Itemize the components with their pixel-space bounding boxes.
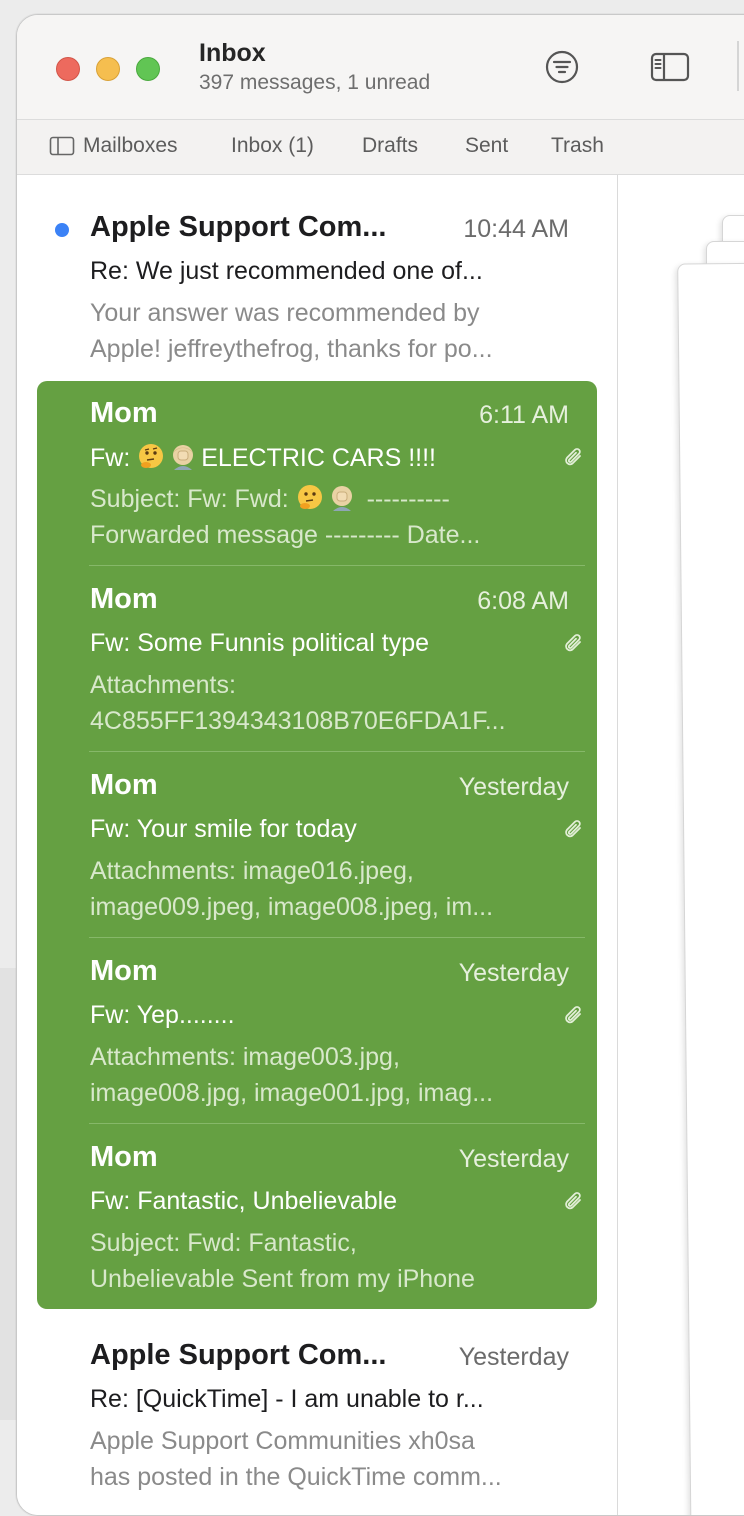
paperclip-icon [565, 1006, 581, 1024]
message-sender: Mom [90, 955, 158, 987]
thinking-face-icon [297, 485, 322, 509]
message-preview: Attachments: 4C855FF1394343108B70E6FDA1F… [90, 667, 568, 739]
minimize-button[interactable] [96, 57, 120, 81]
message-time: 6:08 AM [477, 587, 569, 615]
paperclip-icon [565, 1192, 581, 1210]
message-time: Yesterday [458, 773, 569, 801]
message-subject: Re: [QuickTime] - I am unable to r... [90, 1385, 484, 1413]
subject-prefix: Fw: [90, 444, 131, 472]
favorites-sent[interactable]: Sent [465, 134, 508, 158]
message-row[interactable]: Mom Yesterday Fw: Yep........ Attachment… [17, 919, 617, 1107]
paperclip-icon [565, 448, 581, 466]
preview-suffix: ---------- [366, 485, 450, 513]
message-subject: Fw: Yep........ [90, 1001, 235, 1029]
message-subject: Fw: Fantastic, Unbelievable [90, 1187, 398, 1215]
preview-line: Apple Support Communities xh0sa [90, 1427, 475, 1455]
paperclip-icon [565, 634, 581, 652]
preview-line: Attachments: [90, 671, 236, 699]
facepalm-icon [173, 445, 194, 470]
mail-window: Inbox 397 messages, 1 unread Mailboxes I… [16, 14, 744, 1516]
message-preview: Attachments: image003.jpg, image008.jpg,… [90, 1039, 568, 1111]
message-time: Yesterday [458, 1343, 569, 1371]
message-subject: Fw: Your smile for today [90, 815, 357, 843]
message-list[interactable]: Apple Support Com... 10:44 AM Re: We jus… [17, 175, 618, 1515]
message-row[interactable]: Mom 6:08 AM Fw: Some Funnis political ty… [17, 547, 617, 735]
subject-text: ELECTRIC CARS !!!! [201, 444, 436, 472]
window-title: Inbox [199, 39, 266, 67]
favorites-inbox[interactable]: Inbox (1) [231, 134, 314, 158]
desktop-background [0, 968, 16, 1420]
message-row[interactable]: Apple Support Com... Yesterday Re: [Quic… [17, 1309, 617, 1515]
message-subject: Fw: ELECTRIC CARS !!!! [90, 443, 530, 473]
message-time: 6:11 AM [479, 401, 569, 429]
message-sender: Mom [90, 1141, 158, 1173]
titlebar: Inbox 397 messages, 1 unread [17, 15, 744, 120]
facepalm-icon [331, 486, 352, 511]
selected-messages[interactable]: Mom 6:11 AM Fw: ELECTRIC CARS !!!! Subje… [37, 381, 597, 1309]
preview-prefix: Subject: Fw: Fwd: [90, 485, 289, 513]
preview-line: Subject: Fwd: Fantastic, [90, 1229, 357, 1257]
paperclip-icon [565, 820, 581, 838]
favorites-bar: Mailboxes Inbox (1) Drafts Sent Trash [17, 120, 744, 175]
message-viewer [618, 175, 744, 1515]
sidebar-icon [49, 136, 75, 156]
message-preview: Subject: Fwd: Fantastic, Unbelievable Se… [90, 1225, 568, 1297]
filter-icon[interactable] [545, 50, 579, 84]
favorites-mailboxes-button[interactable]: Mailboxes [49, 134, 178, 158]
message-subject: Fw: Some Funnis political type [90, 629, 430, 657]
stacked-message-preview [677, 262, 744, 1515]
preview-line: Subject: Fw: Fwd: ---------- [90, 481, 568, 517]
mailboxes-label: Mailboxes [83, 134, 178, 157]
preview-line: Attachments: image016.jpeg, [90, 857, 414, 885]
message-preview: Apple Support Communities xh0sa has post… [90, 1423, 568, 1495]
message-row[interactable]: Mom 6:11 AM Fw: ELECTRIC CARS !!!! Subje… [17, 175, 617, 567]
message-sender: Mom [90, 769, 158, 801]
close-button[interactable] [56, 57, 80, 81]
message-sender: Mom [90, 397, 158, 429]
message-preview: Attachments: image016.jpeg, image009.jpe… [90, 853, 568, 925]
message-row[interactable]: Mom Yesterday Fw: Fantastic, Unbelievabl… [17, 1105, 617, 1293]
message-sender: Apple Support Com... [90, 1339, 387, 1371]
thinking-face-icon [139, 444, 164, 468]
zoom-button[interactable] [136, 57, 160, 81]
favorites-drafts[interactable]: Drafts [362, 134, 418, 158]
message-time: Yesterday [458, 1145, 569, 1173]
sidebar-toggle-icon[interactable] [650, 51, 690, 83]
message-row[interactable]: Mom Yesterday Fw: Your smile for today A… [17, 733, 617, 921]
preview-line: Attachments: image003.jpg, [90, 1043, 400, 1071]
favorites-trash[interactable]: Trash [551, 134, 604, 158]
preview-line: Unbelievable Sent from my iPhone [90, 1265, 475, 1293]
message-preview: Subject: Fw: Fwd: ---------- Forwarded m… [90, 481, 568, 553]
toolbar-divider [737, 41, 739, 91]
message-time: Yesterday [458, 959, 569, 987]
message-sender: Mom [90, 583, 158, 615]
message-count: 397 messages, 1 unread [199, 71, 431, 94]
preview-line: has posted in the QuickTime comm... [90, 1463, 502, 1491]
